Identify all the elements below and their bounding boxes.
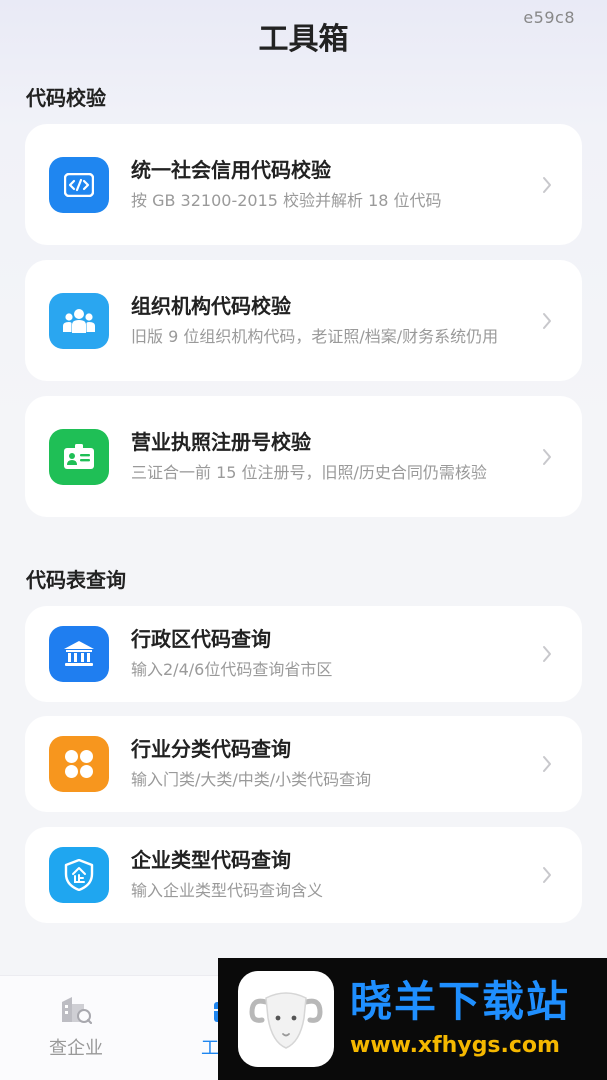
chevron-right-icon: [543, 176, 551, 193]
chevron-right-icon: [543, 646, 551, 662]
card-title: 组织机构代码校验: [131, 293, 291, 318]
chevron-right-icon: [543, 312, 551, 329]
id-card-icon: [49, 428, 109, 485]
card-title: 行政区代码查询: [131, 627, 271, 651]
card-title: 营业执照注册号校验: [131, 429, 311, 454]
people-icon: [49, 292, 109, 349]
card-desc: 输入2/4/6位代码查询省市区: [131, 660, 333, 679]
section-title-code-verify: 代码校验: [26, 86, 106, 110]
section-title-code-table-query: 代码表查询: [26, 568, 126, 592]
tab-company-search[interactable]: 查企业: [1, 976, 151, 1080]
government-building-icon: [49, 626, 109, 682]
tool-card-region-code-query[interactable]: 行政区代码查询 输入2/4/6位代码查询省市区: [25, 606, 582, 702]
company-search-icon: [62, 997, 92, 1024]
chevron-right-icon: [543, 756, 551, 772]
page-title: 工具箱: [258, 22, 349, 57]
watermark-title: 晓羊下载站: [350, 977, 571, 1026]
card-desc: 输入门类/大类/中类/小类代码查询: [131, 770, 372, 789]
card-desc: 按 GB 32100-2015 校验并解析 18 位代码: [131, 190, 442, 210]
tool-card-license-number-verify[interactable]: 营业执照注册号校验 三证合一前 15 位注册号，旧照/历史合同仍需核验: [25, 396, 582, 517]
card-title: 统一社会信用代码校验: [131, 157, 331, 182]
card-title: 行业分类代码查询: [131, 737, 291, 761]
tab-label: 查企业: [49, 1038, 103, 1059]
card-desc: 旧版 9 位组织机构代码，老证照/档案/财务系统仍用: [131, 326, 499, 346]
four-leaf-icon: [49, 736, 109, 792]
tool-card-industry-code-query[interactable]: 行业分类代码查询 输入门类/大类/中类/小类代码查询: [25, 716, 582, 812]
sheep-logo-icon: [238, 971, 334, 1067]
download-site-watermark: 晓羊下载站 www.xfhygs.com: [218, 958, 607, 1080]
card-title: 企业类型代码查询: [131, 848, 291, 872]
enterprise-shield-icon: [49, 847, 109, 903]
card-desc: 三证合一前 15 位注册号，旧照/历史合同仍需核验: [131, 462, 487, 482]
tool-card-org-code-verify[interactable]: 组织机构代码校验 旧版 9 位组织机构代码，老证照/档案/财务系统仍用: [25, 260, 582, 381]
chevron-right-icon: [543, 448, 551, 465]
tool-card-credit-code-verify[interactable]: 统一社会信用代码校验 按 GB 32100-2015 校验并解析 18 位代码: [25, 124, 582, 245]
tool-card-enterprise-type-query[interactable]: 企业类型代码查询 输入企业类型代码查询含义: [25, 827, 582, 923]
watermark-url: www.xfhygs.com: [350, 1033, 560, 1058]
chevron-right-icon: [543, 867, 551, 883]
code-icon: [49, 156, 109, 213]
card-desc: 输入企业类型代码查询含义: [131, 881, 324, 900]
